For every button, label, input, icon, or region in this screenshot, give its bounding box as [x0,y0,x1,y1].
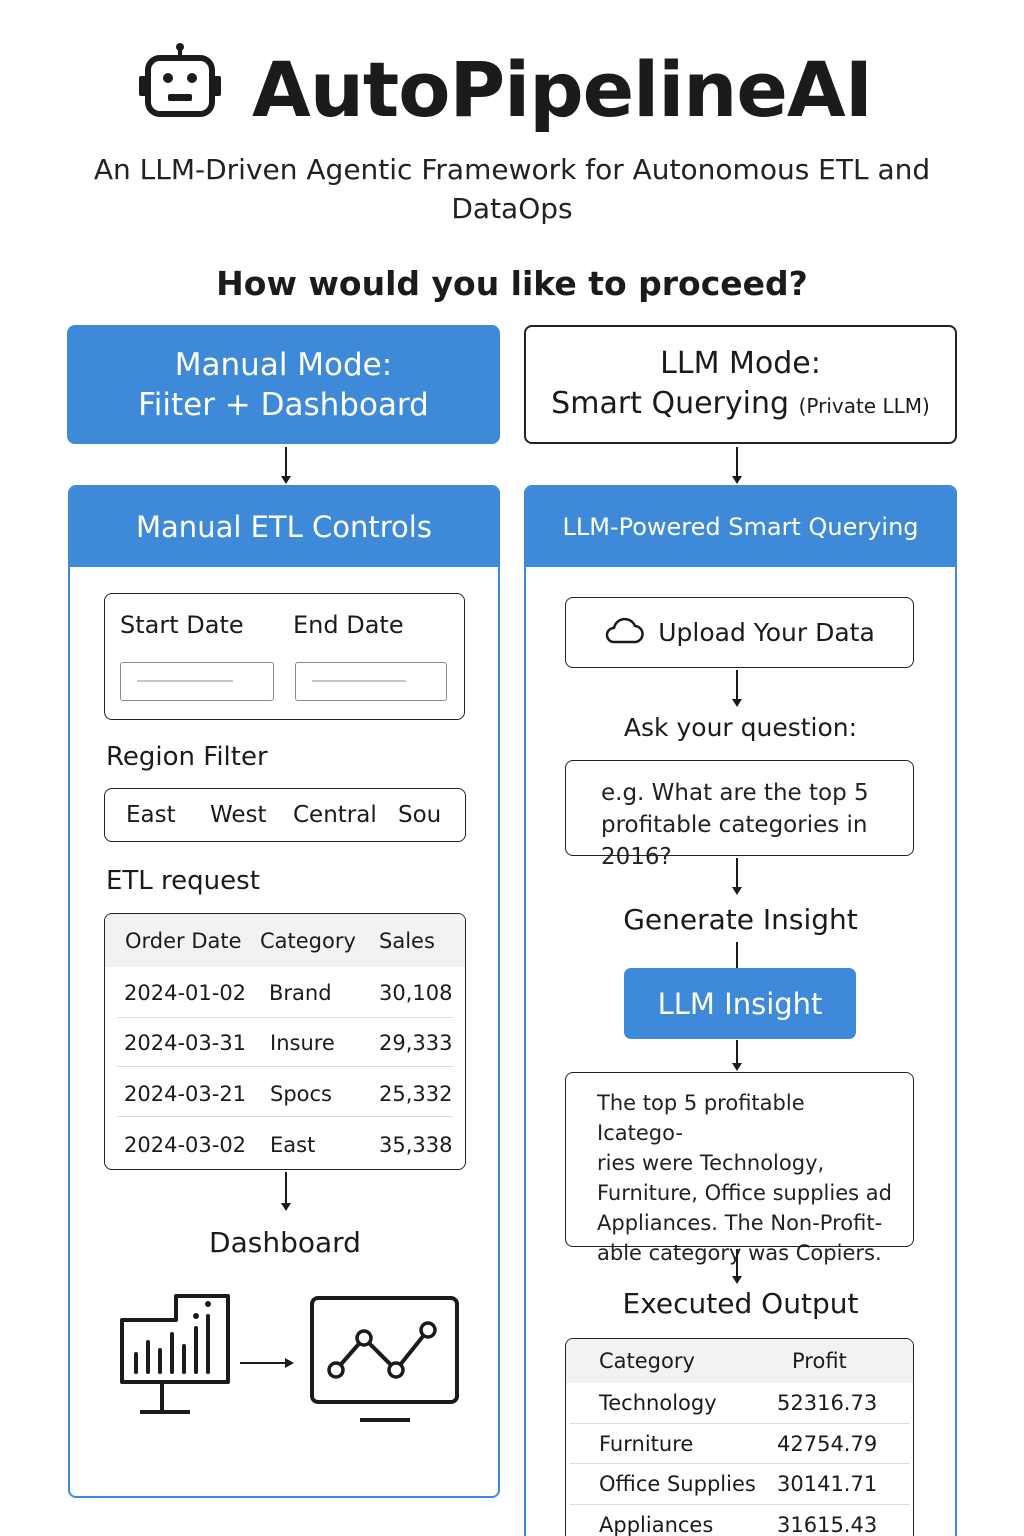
llm-insight-button[interactable]: LLM Insight [624,968,856,1039]
executed-output-label: Executed Output [622,1287,859,1320]
table-cell: Insure [270,1031,335,1055]
proceed-question: How would you like to proceed? [216,264,808,303]
start-date-input[interactable] [120,662,274,701]
executed-output-table: Category Profit Technology 52316.73 Furn… [565,1338,914,1536]
row-divider [117,1116,453,1117]
table-cell: 31615.43 [777,1513,878,1536]
arrow-down-icon [730,447,744,485]
arrow-down-icon [279,447,293,485]
insight-line: able category was Copiers. [597,1241,882,1265]
region-option-west[interactable]: West [210,802,267,828]
table-cell: Technology [599,1391,717,1415]
end-date-input[interactable] [295,662,447,701]
region-option-central[interactable]: Central [293,802,377,828]
table-cell: Spocs [270,1082,332,1106]
subtitle-line-1: An LLM-Driven Agentic Framework for Auto… [93,153,931,186]
row-divider [570,1463,909,1464]
table-cell: 30,108 [379,981,453,1005]
column-header: Category [599,1349,695,1373]
insight-line: The top 5 profitable Icatego- [597,1091,805,1145]
manual-etl-panel-title: Manual ETL Controls [70,487,498,567]
arrow-down-icon [730,670,744,708]
row-divider [570,1423,909,1424]
manual-mode-subtitle: Fiiter + Dashboard [138,386,429,423]
table-cell: 2024-03-02 [124,1133,247,1157]
subtitle-line-2: DataOps [451,192,573,225]
start-date-value [137,680,233,682]
table-cell: 30141.71 [777,1472,878,1496]
llm-mode-subtitle-main: Smart Querying [551,385,790,421]
region-option-south[interactable]: Sou [398,802,441,828]
app-subtitle: An LLM-Driven Agentic Framework for Auto… [60,150,964,228]
table-cell: 2024-01-02 [124,981,247,1005]
bar-chart-monitor-icon [118,1292,232,1422]
region-option-east[interactable]: East [126,802,176,828]
row-divider [117,1017,453,1018]
region-filter-label: Region Filter [106,742,268,772]
insight-line: Furniture, Office supplies ad [597,1181,892,1205]
column-header: Profit [792,1349,847,1373]
row-divider [117,1066,453,1067]
manual-mode-button[interactable]: Manual Mode: Fiiter + Dashboard [67,325,500,444]
llm-mode-button[interactable]: LLM Mode: Smart Querying (Private LLM) [524,325,957,444]
table-cell: Furniture [599,1432,694,1456]
table-cell: 35,338 [379,1133,453,1157]
dashboard-label: Dashboard [209,1226,361,1259]
generate-insight-label: Generate Insight [623,903,858,936]
question-placeholder-line-2: profitable categories in 2016? [601,812,868,870]
arrow-down-icon [730,858,744,896]
line-chart-monitor-icon [310,1296,460,1428]
question-input[interactable]: e.g. What are the top 5 profitable categ… [565,760,914,870]
etl-request-label: ETL request [106,866,260,896]
manual-mode-title: Manual Mode: [174,346,393,383]
table-cell: 25,332 [379,1082,453,1106]
upload-data-button[interactable]: Upload Your Data [565,597,914,668]
column-header: Category [260,929,356,953]
table-cell: 42754.79 [777,1432,878,1456]
robot-icon [138,42,222,118]
column-header: Order Date [125,929,242,953]
table-cell: Appliances [599,1513,714,1536]
arrow-down-icon [730,1249,744,1285]
end-date-value [312,680,406,682]
table-cell: Brand [269,981,332,1005]
insight-line: Appliances. The Non-Profit- [597,1211,883,1235]
connector-line [736,942,738,968]
row-divider [570,1504,909,1505]
llm-mode-title: LLM Mode: [660,345,821,381]
region-filter: East West Central Sou [104,788,466,842]
end-date-label: End Date [293,611,404,639]
table-cell: Office Supplies [599,1472,756,1496]
arrow-down-icon [730,1040,744,1072]
date-range-box: Start Date End Date [104,593,465,720]
arrow-right-icon [240,1355,296,1374]
start-date-label: Start Date [120,611,244,639]
ask-question-label: Ask your question: [623,713,858,742]
arrow-down-icon [279,1172,293,1212]
insight-result: The top 5 profitable Icatego- ries were … [565,1072,914,1265]
llm-querying-panel-title: LLM-Powered Smart Querying [526,487,955,567]
app-title: AutoPipelineAI [252,45,873,134]
upload-data-label: Upload Your Data [658,618,875,647]
table-cell: East [270,1133,316,1157]
llm-mode-subtitle-note: (Private LLM) [798,393,930,418]
cloud-icon [604,616,644,650]
llm-mode-subtitle: Smart Querying (Private LLM) [551,384,930,426]
column-header: Sales [379,929,435,953]
table-cell: 2024-03-21 [124,1082,247,1106]
table-cell: 52316.73 [777,1391,878,1415]
table-cell: 2024-03-31 [124,1031,247,1055]
table-cell: 29,333 [379,1031,453,1055]
insight-line: ries were Technology, [597,1151,825,1175]
question-placeholder-line-1: e.g. What are the top 5 [601,780,869,806]
etl-request-table: Order Date Category Sales 2024-01-02 Bra… [104,913,466,1170]
